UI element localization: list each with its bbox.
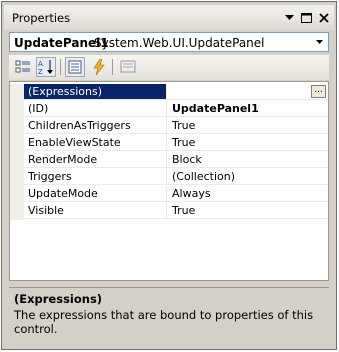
row-gutter [10,118,24,135]
toolbar-separator [60,59,61,75]
property-value: Block [166,152,328,168]
properties-toolbar: A Z [9,55,329,80]
property-name: Visible [24,203,166,219]
alphabetical-button[interactable]: A Z [36,57,56,77]
row-gutter [10,203,24,220]
property-row-expressions[interactable]: (Expressions) ... [10,84,328,101]
property-row-updatemode[interactable]: UpdateMode Always [10,186,328,203]
window-titlebar: Properties [4,5,334,30]
property-pages-icon [120,60,136,73]
toolbar-separator [112,59,113,75]
property-value: Always [166,186,328,202]
property-row-visible[interactable]: Visible True [10,203,328,220]
property-name: EnableViewState [24,135,166,151]
row-gutter [10,186,24,203]
window-title: Properties [12,11,71,25]
row-gutter [10,135,24,152]
property-row-triggers[interactable]: Triggers (Collection) [10,169,328,186]
object-selector[interactable]: UpdatePanel1 System.Web.UI.UpdatePanel [9,32,329,52]
property-name: Triggers [24,169,166,185]
events-icon [93,59,105,75]
property-value: UpdatePanel1 [166,101,328,117]
properties-icon [68,60,82,74]
svg-text:A: A [38,60,43,68]
property-row-childrenastriggers[interactable]: ChildrenAsTriggers True [10,118,328,135]
description-title: (Expressions) [14,292,103,306]
pin-dropdown-icon[interactable] [282,10,297,25]
property-row-rendermode[interactable]: RenderMode Block [10,152,328,169]
properties-button[interactable] [65,57,85,77]
property-name: ChildrenAsTriggers [24,118,166,134]
property-value: True [166,118,328,134]
property-name: UpdateMode [24,186,166,202]
row-gutter [10,169,24,186]
categorized-button[interactable] [13,57,33,77]
svg-text:Z: Z [38,68,43,75]
row-gutter [10,101,24,118]
ellipsis-button[interactable]: ... [311,85,326,98]
object-type: System.Web.UI.UpdatePanel [94,36,265,50]
property-grid: (Expressions) ... (ID) UpdatePanel1 Chil… [9,81,329,281]
property-value: True [166,135,328,151]
categorized-icon [15,60,30,73]
property-value: True [166,203,328,219]
chevron-down-icon[interactable] [311,33,328,51]
alphabetical-icon: A Z [38,60,53,75]
window-controls [282,10,331,25]
events-button[interactable] [89,57,109,77]
property-name: (ID) [24,101,166,117]
property-value: (Collection) [166,169,328,185]
properties-window: Properties UpdatePanel1 System.Web.UI.Up… [1,1,337,350]
description-panel: (Expressions) The expressions that are b… [9,287,329,344]
property-name: (Expressions) [24,84,166,100]
row-gutter [10,152,24,169]
property-name: RenderMode [24,152,166,168]
close-icon[interactable] [316,10,331,25]
description-text: The expressions that are bound to proper… [14,308,314,336]
maximize-icon[interactable] [299,10,314,25]
row-gutter [10,84,24,101]
property-row-id[interactable]: (ID) UpdatePanel1 [10,101,328,118]
property-value [166,84,328,100]
property-pages-button[interactable] [118,57,138,77]
property-row-enableviewstate[interactable]: EnableViewState True [10,135,328,152]
